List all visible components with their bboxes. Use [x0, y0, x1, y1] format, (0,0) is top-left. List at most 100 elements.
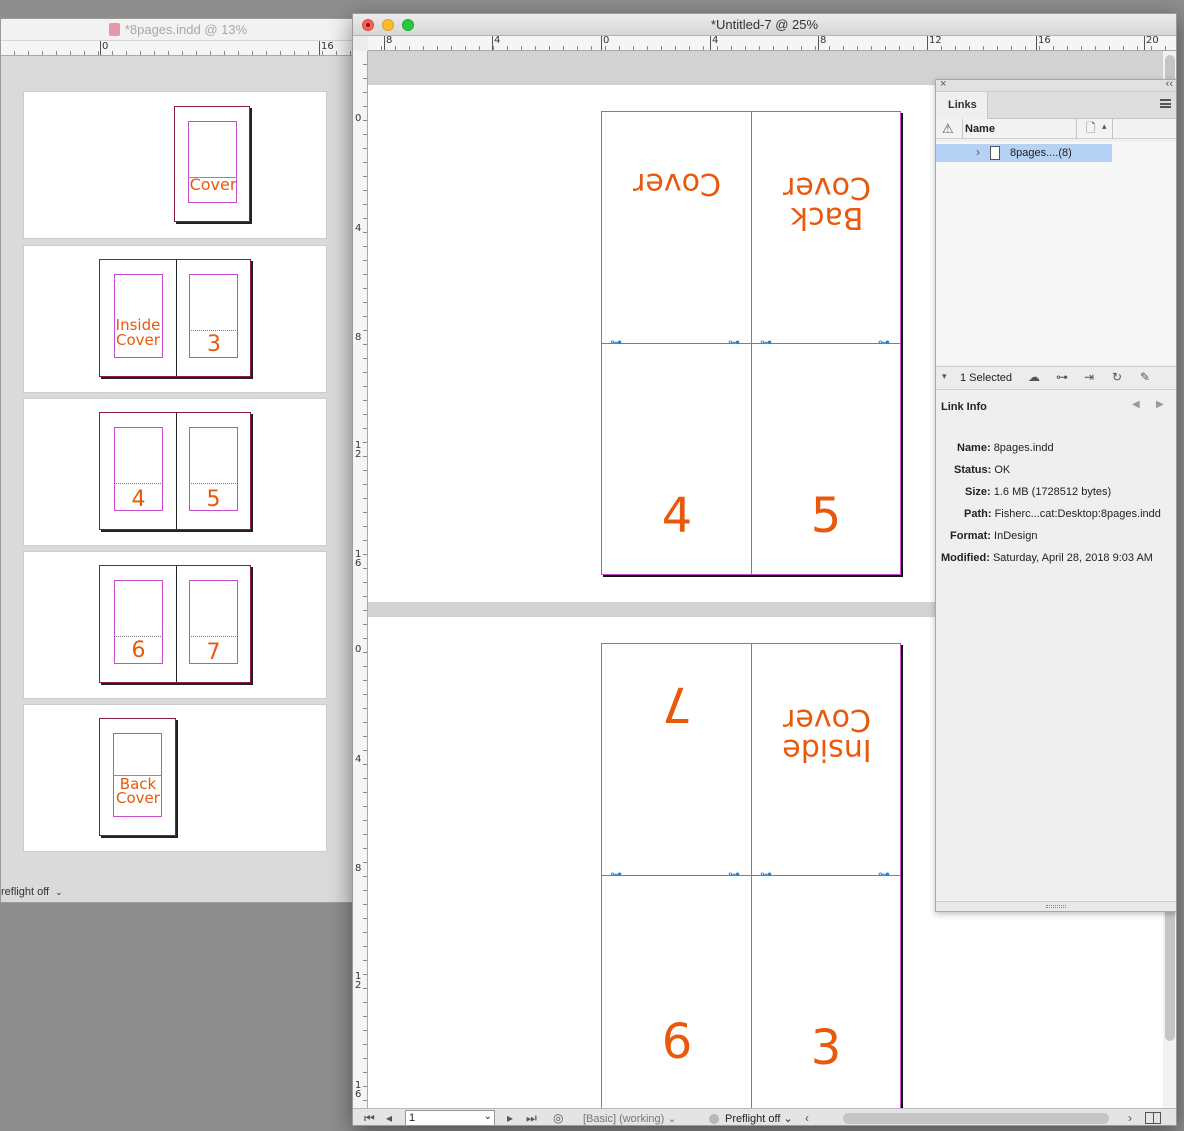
ruler-tick	[818, 36, 819, 50]
page-column-icon[interactable]: 🗋	[1086, 122, 1096, 134]
window-titlebar[interactable]: *Untitled-7 @ 25%	[353, 14, 1176, 36]
guide-line	[114, 636, 163, 637]
horizontal-ruler[interactable]: 0 16	[1, 41, 355, 56]
panel-resize-grip[interactable]	[936, 901, 1176, 911]
link-icon[interactable]: ⊶	[610, 336, 622, 348]
link-icon[interactable]: ⊶	[878, 868, 890, 880]
next-link-icon[interactable]: ▶	[1156, 400, 1164, 410]
previous-link-icon[interactable]: ◀	[1132, 400, 1140, 410]
style-menu[interactable]: [Basic] (working) ⌄	[583, 1112, 677, 1125]
ruler-tick	[1036, 36, 1037, 50]
link-icon[interactable]: ⊶	[878, 336, 890, 348]
tab-links[interactable]: Links	[936, 92, 988, 119]
links-panel[interactable]: × ‹‹ Links ⚠ Name 🗋 ▴ › 8pages....(8) ▾ …	[935, 78, 1176, 912]
page-number-5: 5	[810, 488, 842, 544]
spread-thumb[interactable]: Inside Cover 3	[99, 259, 251, 377]
previous-page-icon[interactable]: ◂	[386, 1112, 392, 1124]
ruler-label: 16	[321, 41, 334, 52]
ruler-tick	[100, 41, 101, 55]
ruler-tick	[492, 36, 493, 50]
edit-original-icon[interactable]: ✎	[1140, 371, 1150, 383]
link-icon[interactable]: ⊶	[728, 868, 740, 880]
active-document-window[interactable]: *Untitled-7 @ 25% 8 4 0 4 8 12 16 20 0 4…	[352, 13, 1177, 1126]
pages-menu-icon[interactable]: ◎	[553, 1112, 563, 1124]
horizontal-ruler[interactable]: 8 4 0 4 8 12 16 20	[368, 36, 1176, 51]
chevron-down-icon[interactable]: ▾	[942, 372, 947, 381]
horizontal-scroll-thumb[interactable]	[843, 1113, 1109, 1124]
center-guide	[751, 644, 752, 1108]
thumb-row-cover[interactable]: Cover	[23, 91, 327, 239]
fold-guide	[602, 343, 900, 344]
next-page-icon[interactable]: ▸	[507, 1112, 513, 1124]
page-thumb-back-cover[interactable]: Back Cover	[99, 718, 176, 836]
links-toolbar: ▾ 1 Selected ☁ ⊶ ⇥ ↻ ✎	[936, 366, 1176, 390]
preflight-label: Preflight off	[725, 1113, 781, 1125]
ruler-tick	[384, 36, 385, 50]
info-value: InDesign	[994, 530, 1038, 542]
zoom-window-button[interactable]	[402, 19, 414, 31]
info-status-row: Status: OK	[954, 464, 1010, 476]
ruler-label: 0	[102, 41, 109, 52]
placed-spread-1[interactable]: ⊶ ⊶ ⊶ ⊶ Cover Back Cover 4 5	[601, 111, 901, 575]
first-page-icon[interactable]: ⏮	[364, 1112, 375, 1124]
ruler-label: 0	[355, 644, 362, 655]
info-modified-row: Modified: Saturday, April 28, 2018 9:03 …	[941, 552, 1153, 564]
panel-menu-icon[interactable]	[1160, 99, 1171, 108]
preflight-status[interactable]: reflight off ⌄	[1, 886, 63, 898]
collapse-panel-icon[interactable]: ‹‹	[1166, 78, 1173, 90]
info-value: OK	[994, 464, 1011, 476]
link-icon[interactable]: ⊶	[760, 336, 772, 348]
links-list[interactable]: › 8pages....(8)	[936, 142, 1176, 364]
chevron-right-icon[interactable]: ›	[976, 146, 980, 158]
sort-ascending-icon[interactable]: ▴	[1102, 122, 1107, 131]
thumb-row-spread-2-3[interactable]: Inside Cover 3	[23, 245, 327, 393]
page-number-field[interactable]: 1 ⌄	[405, 1110, 495, 1125]
last-page-icon[interactable]: ⏭	[526, 1112, 537, 1124]
relink-icon[interactable]: ⊶	[1056, 371, 1068, 383]
window-titlebar[interactable]: *8pages.indd @ 13%	[1, 19, 355, 41]
link-icon[interactable]: ⊶	[610, 868, 622, 880]
scroll-right-icon[interactable]: ›	[1128, 1112, 1132, 1124]
link-icon[interactable]: ⊶	[760, 868, 772, 880]
spine-line	[176, 566, 177, 682]
ruler-label: 20	[1146, 36, 1159, 46]
ruler-tick	[319, 41, 320, 55]
ruler-label: 8	[820, 36, 827, 46]
spread-thumb[interactable]: 4 5	[99, 412, 251, 530]
ruler-tick	[927, 36, 928, 50]
thumb-row-back-cover[interactable]: Back Cover	[23, 704, 327, 852]
page-thumb-cover[interactable]: Cover	[174, 106, 250, 222]
warning-icon[interactable]: ⚠	[942, 122, 954, 135]
minimize-window-button[interactable]	[382, 19, 394, 31]
link-info-header[interactable]: Link Info ◀ ▶	[936, 398, 1176, 416]
spread-thumb[interactable]: 6 7	[99, 565, 251, 683]
page-number-7-inverted: 7	[661, 676, 693, 732]
preflight-menu[interactable]: Preflight off ⌄	[725, 1112, 793, 1125]
panel-drag-bar[interactable]: × ‹‹	[936, 78, 1176, 92]
scroll-left-icon[interactable]: ‹	[805, 1112, 809, 1124]
info-label: Path:	[964, 508, 992, 520]
page-label: Cover	[116, 331, 160, 349]
link-icon[interactable]: ⊶	[728, 336, 740, 348]
placed-spread-2[interactable]: ⊶ ⊶ ⊶ ⊶ 7 Inside Cover 6 3	[601, 643, 901, 1109]
info-label: Modified:	[941, 552, 990, 564]
thumb-row-spread-4-5[interactable]: 4 5	[23, 398, 327, 546]
goto-link-icon[interactable]: ⇥	[1084, 371, 1094, 383]
chevron-down-icon[interactable]: ⌄	[484, 1110, 492, 1124]
info-format-row: Format: InDesign	[950, 530, 1037, 542]
split-window-icon[interactable]	[1145, 1112, 1161, 1124]
close-icon[interactable]: ×	[940, 78, 946, 90]
ruler-label: 8	[386, 36, 393, 46]
thumb-row-spread-6-7[interactable]: 6 7	[23, 551, 327, 699]
cloud-icon[interactable]: ☁	[1028, 371, 1040, 383]
page-label-inside-cover-inverted: Inside Cover	[762, 700, 892, 767]
preflight-status-dot	[709, 1114, 719, 1124]
info-label: Status:	[954, 464, 992, 476]
close-window-button[interactable]	[362, 19, 374, 31]
update-link-icon[interactable]: ↻	[1112, 371, 1122, 383]
vertical-ruler[interactable]: 0 4 8 1 2 1 6 0 4 8 1 2 1 6	[353, 51, 368, 1108]
link-list-row[interactable]: › 8pages....(8)	[936, 144, 1112, 162]
background-document-window[interactable]: *8pages.indd @ 13% 0 16 Cover Inside Cov…	[0, 18, 356, 903]
page-label: 5	[206, 487, 221, 512]
column-name-header[interactable]: Name	[965, 123, 995, 135]
